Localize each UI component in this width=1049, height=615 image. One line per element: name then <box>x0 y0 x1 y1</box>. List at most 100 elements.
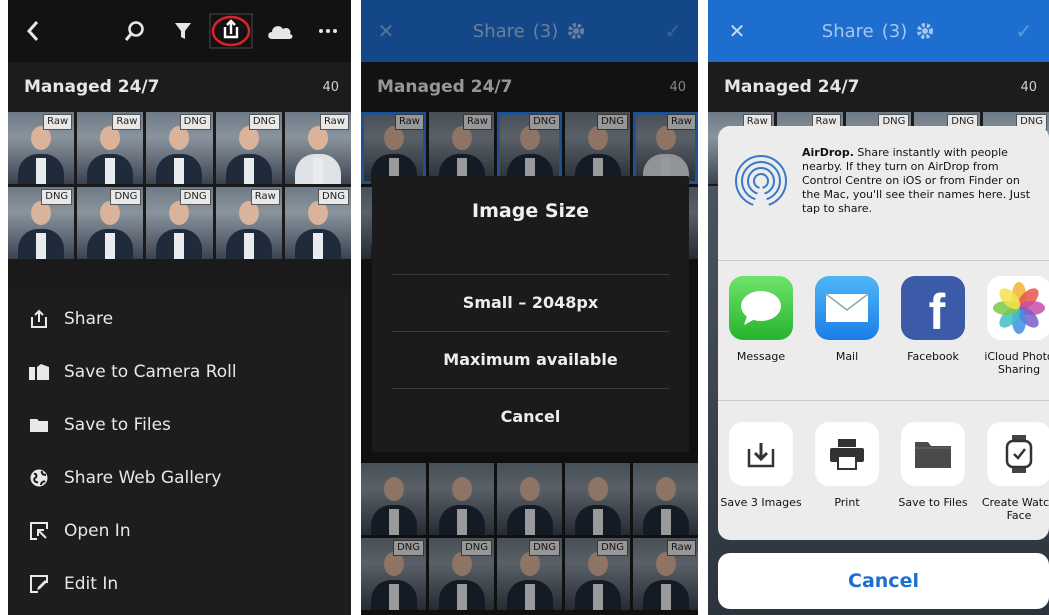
share-app-mail[interactable]: Mail <box>804 276 890 376</box>
action-save-images[interactable]: Save 3 Images <box>718 422 804 522</box>
photo-thumbnail[interactable]: Raw <box>8 112 75 184</box>
photo-thumbnail[interactable]: DNG <box>8 187 75 259</box>
menu-item-label: Save to Files <box>64 415 171 435</box>
app-label: Create Watch Face <box>981 496 1049 522</box>
photo-thumbnail[interactable]: DNG <box>146 187 213 259</box>
menu-item-label: Share Web Gallery <box>64 468 222 488</box>
app-label: Facebook <box>907 350 959 363</box>
open-in-icon <box>28 520 50 542</box>
share-app-row: Message Mail f Facebook iCloud Photo Sha… <box>718 276 1049 376</box>
menu-item-share-web-gallery[interactable]: Share Web Gallery <box>8 452 351 504</box>
airdrop-description: AirDrop. Share instantly with people nea… <box>802 146 1034 260</box>
photo-thumbnail[interactable]: Raw <box>215 187 282 259</box>
edit-in-icon <box>28 573 50 595</box>
facebook-icon: f <box>901 276 965 340</box>
globe-icon <box>28 467 50 489</box>
photo-thumbnail[interactable]: DNG <box>77 187 144 259</box>
printer-icon <box>815 422 879 486</box>
share-icon <box>28 308 50 330</box>
airdrop-title: AirDrop. <box>802 146 854 159</box>
action-print[interactable]: Print <box>804 422 890 522</box>
option-small[interactable]: Small – 2048px <box>392 274 669 330</box>
image-size-panel: ✕ Share (3) ✓ Managed 24/7 40 Raw Raw DN… <box>361 0 698 615</box>
share-sheet: AirDrop. Share instantly with people nea… <box>718 126 1049 540</box>
app-label: Save to Files <box>898 496 968 509</box>
cancel-button[interactable]: Cancel <box>718 553 1049 609</box>
option-cancel[interactable]: Cancel <box>392 388 669 444</box>
confirm-icon[interactable]: ✓ <box>1009 0 1039 62</box>
format-badge: Raw <box>43 114 73 130</box>
photo-thumbnail[interactable]: DNG <box>146 112 213 184</box>
save-image-icon <box>729 422 793 486</box>
folder-icon <box>901 422 965 486</box>
selection-count: (3) <box>881 20 908 42</box>
share-icon[interactable] <box>208 0 254 62</box>
option-maximum[interactable]: Maximum available <box>392 331 669 387</box>
menu-item-save-files[interactable]: Save to Files <box>8 399 351 451</box>
album-header: Managed 24/7 40 <box>708 62 1049 112</box>
format-badge: DNG <box>248 114 280 130</box>
app-label: Print <box>834 496 860 509</box>
share-action-row: Save 3 Images Print Save to Files Create… <box>718 422 1049 522</box>
menu-item-label: Share <box>64 309 114 329</box>
photo-thumbnail[interactable]: Raw <box>284 112 351 184</box>
format-badge: DNG <box>318 189 349 205</box>
back-icon[interactable] <box>18 0 48 62</box>
filter-icon[interactable] <box>168 0 198 62</box>
gear-icon[interactable] <box>915 21 935 41</box>
album-header: Managed 24/7 40 <box>8 62 351 112</box>
message-icon <box>729 276 793 340</box>
album-title: Managed 24/7 <box>724 77 860 97</box>
album-title: Managed 24/7 <box>24 77 160 97</box>
menu-item-label: Save to Camera Roll <box>64 362 237 382</box>
photo-thumbnail[interactable]: Raw <box>77 112 144 184</box>
format-badge: Raw <box>112 114 142 130</box>
photos-icon <box>987 276 1049 340</box>
menu-item-share[interactable]: Share <box>8 293 351 345</box>
menu-item-label: Open In <box>64 521 131 541</box>
share-menu: Share Save to Camera Roll Save to Files … <box>8 289 351 615</box>
action-create-watch-face[interactable]: Create Watch Face <box>976 422 1049 522</box>
share-title-label: Share <box>821 20 874 42</box>
library-panel: Managed 24/7 40 Raw Raw DNG DNG Raw DNG … <box>8 0 351 615</box>
divider <box>718 260 1049 261</box>
app-label: Message <box>736 350 786 363</box>
more-icon[interactable] <box>313 0 343 62</box>
share-app-icloud-photo-sharing[interactable]: iCloud Photo Sharing <box>976 276 1049 376</box>
format-badge: DNG <box>41 189 73 205</box>
divider <box>718 400 1049 401</box>
format-badge: Raw <box>250 189 280 205</box>
menu-item-save-camera-roll[interactable]: Save to Camera Roll <box>8 346 351 398</box>
action-save-to-files[interactable]: Save to Files <box>890 422 976 522</box>
airdrop-section[interactable]: AirDrop. Share instantly with people nea… <box>718 126 1049 260</box>
mail-icon <box>815 276 879 340</box>
share-app-facebook[interactable]: f Facebook <box>890 276 976 376</box>
app-label: Mail <box>835 350 859 363</box>
photo-grid: Raw Raw DNG DNG Raw DNG DNG DNG Raw DNG <box>8 112 351 259</box>
search-icon[interactable] <box>120 0 150 62</box>
app-label: Save 3 Images <box>720 496 802 509</box>
format-badge: Raw <box>319 114 349 130</box>
format-badge: DNG <box>179 114 211 130</box>
dialog-title: Image Size <box>472 200 589 222</box>
share-title: Share (3) <box>708 0 1049 62</box>
menu-item-edit-in[interactable]: Edit In <box>8 558 351 610</box>
album-count: 40 <box>1020 79 1037 95</box>
camera-roll-icon <box>28 361 50 383</box>
folder-icon <box>28 414 50 436</box>
cloud-icon[interactable] <box>263 0 297 62</box>
airdrop-icon <box>734 154 788 260</box>
library-toolbar <box>8 0 351 62</box>
format-badge: DNG <box>179 189 211 205</box>
menu-item-open-in[interactable]: Open In <box>8 505 351 557</box>
photo-thumbnail[interactable]: DNG <box>215 112 282 184</box>
ios-share-sheet-panel: ✕ Share (3) ✓ Managed 24/7 40 Raw Raw DN… <box>708 0 1049 615</box>
app-label: iCloud Photo Sharing <box>984 350 1049 376</box>
photo-thumbnail[interactable]: DNG <box>284 187 351 259</box>
share-app-message[interactable]: Message <box>718 276 804 376</box>
album-count: 40 <box>322 79 339 95</box>
format-badge: DNG <box>110 189 142 205</box>
share-toolbar: ✕ Share (3) ✓ <box>708 0 1049 62</box>
menu-item-label: Edit In <box>64 574 119 594</box>
image-size-dialog: Image Size Small – 2048px Maximum availa… <box>372 176 689 452</box>
